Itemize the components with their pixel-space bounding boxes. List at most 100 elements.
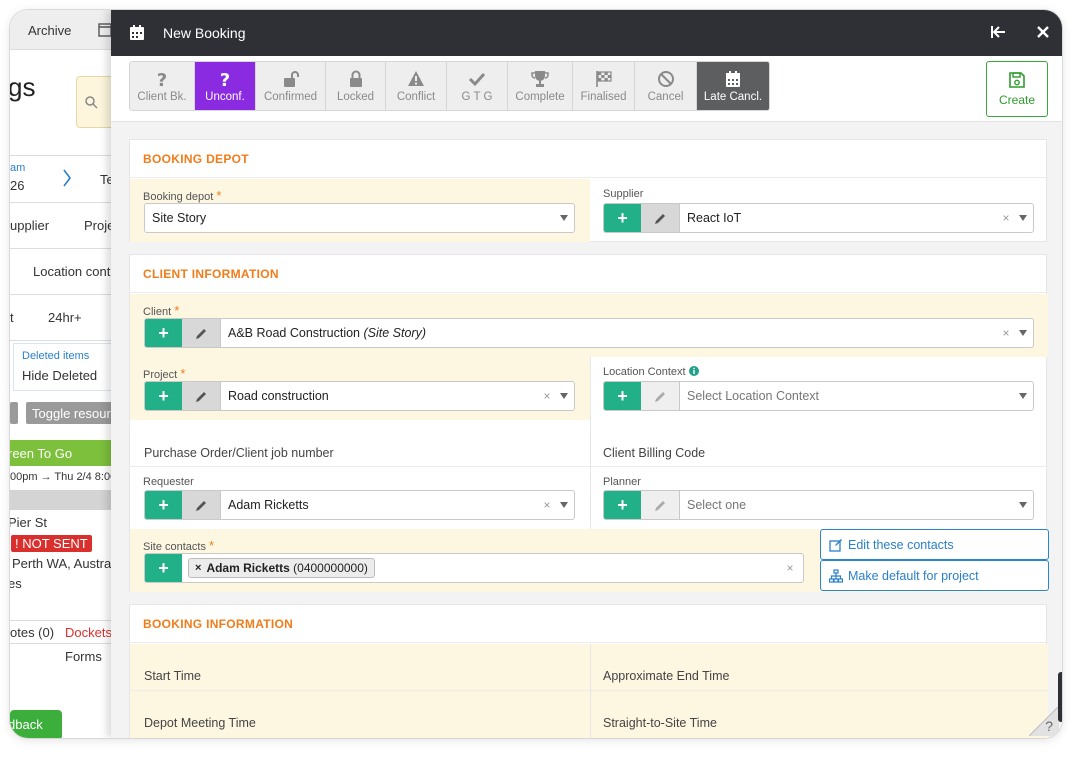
client-information-panel: CLIENT INFORMATION Client * + A&B Road C… — [129, 254, 1049, 592]
status-locked-button[interactable]: Locked — [326, 62, 386, 110]
dockets-tab[interactable]: Dockets — [65, 625, 112, 640]
green-to-go-bar[interactable]: reen To Go — [10, 440, 120, 466]
supplier-select[interactable]: + React IoT × — [603, 203, 1034, 233]
add-project-button[interactable]: + — [145, 382, 182, 410]
small-gray-button[interactable] — [10, 402, 18, 424]
field-label: Supplier — [603, 188, 644, 200]
requester-select[interactable]: + Adam Ricketts × — [144, 490, 575, 520]
calendar-icon — [130, 25, 144, 40]
edit-planner-button[interactable] — [641, 491, 680, 519]
warning-icon — [408, 70, 424, 86]
help-corner[interactable]: ? — [1028, 705, 1060, 737]
location-filter-row: Location conte — [10, 249, 120, 295]
clear-icon[interactable]: × — [777, 554, 803, 582]
project-filter[interactable]: Proje — [84, 218, 114, 233]
remove-chip-icon[interactable]: × — [195, 562, 201, 574]
status-conflict-button[interactable]: Conflict — [386, 62, 447, 110]
status-finalised-button[interactable]: Finalised — [573, 62, 635, 110]
add-planner-button[interactable]: + — [604, 491, 641, 519]
new-booking-dialog: New Booking ? Client Bk. ? Unconf. Confi… — [111, 10, 1062, 738]
status-late-cancel-button[interactable]: Late Cancl. — [697, 62, 769, 110]
calendar-icon[interactable] — [98, 21, 112, 40]
contact-chip-phone: (0400000000) — [293, 561, 368, 575]
notes-tab[interactable]: otes (0) — [10, 625, 54, 640]
edit-project-button[interactable] — [182, 382, 221, 410]
section-title: BOOKING INFORMATION — [130, 605, 1046, 643]
archive-tab[interactable]: Archive — [28, 23, 71, 38]
chevron-down-icon — [1013, 382, 1033, 410]
edit-client-button[interactable] — [182, 319, 221, 347]
collapse-panel-icon[interactable] — [989, 24, 1007, 42]
calendar-icon — [726, 70, 740, 87]
supplier-filter[interactable]: upplier — [10, 218, 49, 233]
add-client-button[interactable]: + — [145, 319, 182, 347]
edit-contacts-label: Edit these contacts — [848, 537, 954, 552]
add-site-contact-button[interactable]: + — [145, 554, 182, 582]
time-range: 00pm → Thu 2/4 8:00p — [10, 471, 120, 483]
project-select[interactable]: + Road construction × — [144, 381, 575, 411]
hide-deleted-select[interactable]: Hide Deleted — [22, 368, 97, 383]
date-day: 26 — [10, 178, 25, 193]
pencil-icon — [654, 391, 665, 402]
field-label: Location Context — [603, 366, 699, 378]
client-select[interactable]: + A&B Road Construction (Site Story) × — [144, 318, 1034, 348]
clear-icon[interactable]: × — [999, 319, 1013, 347]
add-requester-button[interactable]: + — [145, 491, 182, 519]
t-filter[interactable]: t — [10, 310, 14, 325]
chevron-right-icon[interactable] — [62, 168, 72, 188]
booking-depot-select[interactable]: Site Story — [144, 203, 575, 233]
planner-cell: Planner + Select one — [590, 467, 1048, 529]
client-billing-code-label: Client Billing Code — [603, 446, 706, 460]
forms-tab[interactable]: Forms — [65, 649, 102, 664]
info-icon[interactable] — [688, 366, 699, 376]
time-filter-row: t 24hr+ — [10, 295, 120, 341]
clear-icon[interactable]: × — [540, 491, 554, 519]
close-icon[interactable] — [1034, 24, 1052, 42]
contact-chip: × Adam Ricketts (0400000000) — [188, 558, 375, 578]
status-cancel-button[interactable]: Cancel — [635, 62, 697, 110]
make-default-label: Make default for project — [848, 568, 979, 583]
requester-value: Adam Ricketts — [228, 498, 309, 512]
edit-requester-button[interactable] — [182, 491, 221, 519]
location-context-placeholder: Select Location Context — [687, 389, 820, 403]
side-drawer-tab[interactable] — [1058, 672, 1062, 722]
status-label: Conflict — [396, 90, 436, 103]
add-supplier-button[interactable]: + — [604, 204, 641, 232]
chevron-down-icon — [1013, 319, 1033, 347]
feedback-button[interactable]: dback — [10, 710, 62, 738]
status-unconfirmed-button[interactable]: ? Unconf. — [195, 62, 256, 110]
status-client-booking-button[interactable]: ? Client Bk. — [130, 62, 195, 110]
edit-supplier-button[interactable] — [641, 204, 680, 232]
page-title-fragment: gs — [10, 72, 36, 102]
edit-location-context-button[interactable] — [641, 382, 680, 410]
create-button[interactable]: Create — [986, 61, 1048, 117]
status-label: Unconf. — [205, 90, 245, 103]
depot-meeting-time-label: Depot Meeting Time — [144, 716, 256, 730]
add-location-context-button[interactable]: + — [604, 382, 641, 410]
clear-icon[interactable]: × — [999, 204, 1013, 232]
po-cell: Purchase Order/Client job number — [130, 420, 590, 467]
section-title: CLIENT INFORMATION — [130, 255, 1046, 293]
city-label: Perth WA, Australi — [12, 556, 117, 571]
booking-depot-cell: Booking depot * Site Story — [130, 179, 590, 242]
make-default-button[interactable]: Make default for project — [820, 560, 1049, 591]
location-context-select[interactable]: + Select Location Context — [603, 381, 1034, 411]
toggle-resource-button[interactable]: Toggle resour — [26, 402, 120, 424]
contact-chip-name: Adam Ricketts — [206, 561, 290, 575]
save-icon — [1009, 72, 1025, 88]
edit-contacts-button[interactable]: Edit these contacts — [820, 529, 1049, 560]
location-context-filter[interactable]: Location conte — [33, 264, 118, 279]
green-to-go-label: reen To Go — [10, 446, 73, 461]
planner-select[interactable]: + Select one — [603, 490, 1034, 520]
status-complete-button[interactable]: Complete — [508, 62, 573, 110]
site-contacts-multiselect[interactable]: + × Adam Ricketts (0400000000) × — [144, 553, 804, 583]
pencil-icon — [195, 391, 206, 402]
clear-icon[interactable]: × — [540, 382, 554, 410]
booking-information-panel: BOOKING INFORMATION Start Time Approxima… — [129, 604, 1048, 738]
field-label: Booking depot * — [143, 188, 222, 203]
status-gtg-button[interactable]: G T G — [447, 62, 508, 110]
status-confirmed-button[interactable]: Confirmed — [256, 62, 326, 110]
24hr-filter[interactable]: 24hr+ — [48, 310, 82, 325]
project-value: Road construction — [228, 389, 329, 403]
meeting-time-row: Depot Meeting Time Straight-to-Site Time — [130, 691, 1048, 738]
